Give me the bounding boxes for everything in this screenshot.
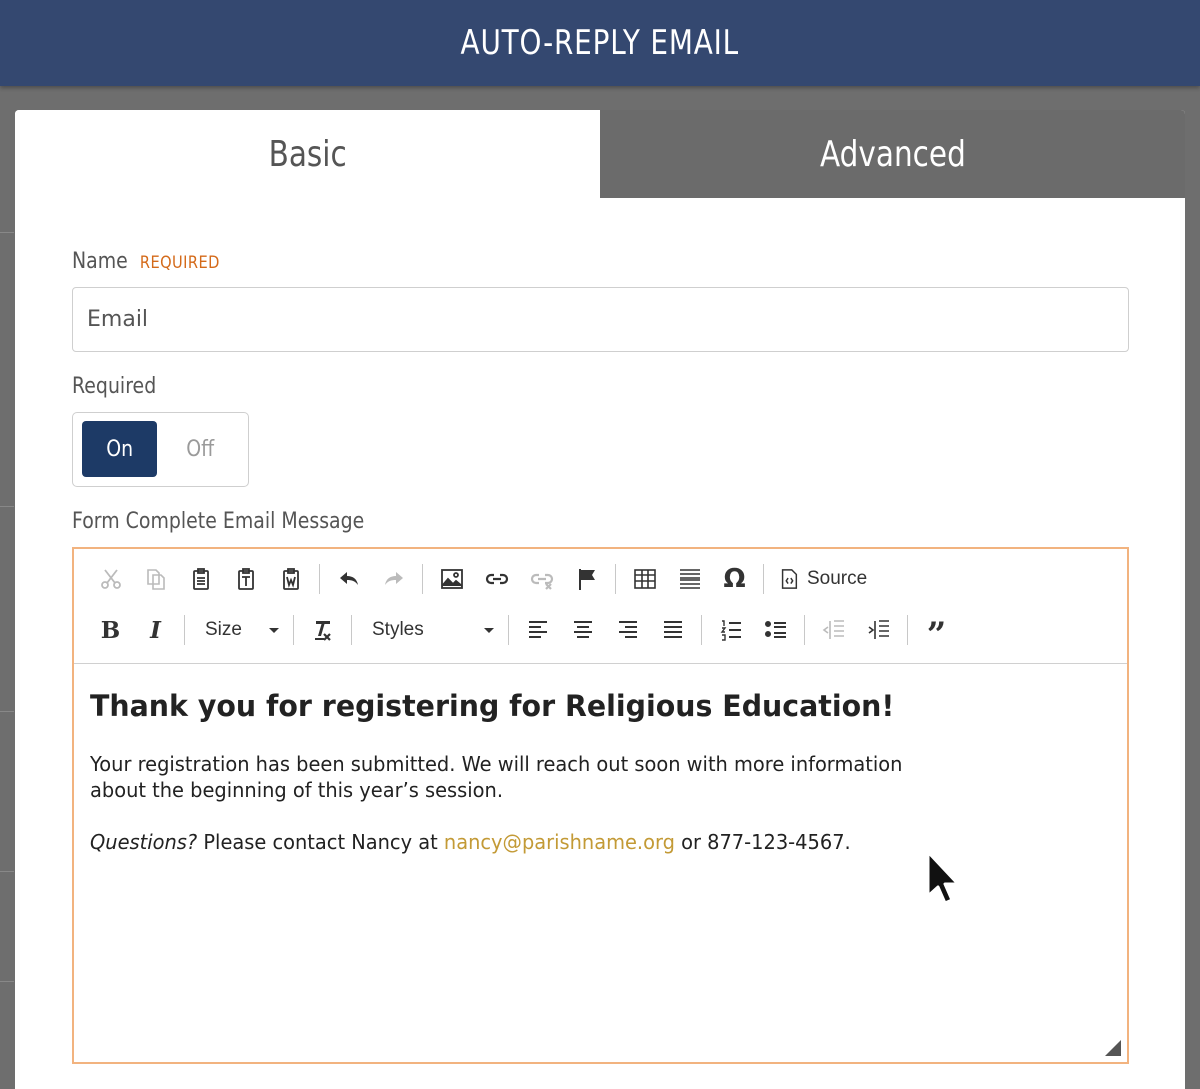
tab-advanced[interactable]: Advanced	[600, 110, 1185, 198]
toolbar-row-1: Ω Source	[88, 559, 875, 599]
toolbar-separator	[615, 564, 616, 594]
email-contact-line: Questions? Please contact Nancy at nancy…	[90, 829, 1060, 855]
questions-label: Questions?	[90, 830, 198, 854]
contact-text: Please contact Nancy at	[197, 830, 444, 854]
toggle-on-button[interactable]: On	[82, 421, 157, 477]
link-icon[interactable]	[474, 561, 519, 597]
modal-header: AUTO-REPLY EMAIL	[0, 0, 1200, 86]
paste-icon[interactable]	[178, 561, 223, 597]
anchor-flag-icon[interactable]	[564, 561, 609, 597]
email-link[interactable]: nancy@parishname.org	[444, 830, 675, 854]
message-label: Form Complete Email Message	[72, 509, 365, 534]
toolbar-separator	[508, 615, 509, 645]
bold-icon[interactable]: B	[88, 612, 133, 648]
editor-toolbar: Ω Source B I Size Styles ”	[74, 549, 1127, 664]
required-label: Required	[72, 374, 157, 399]
align-right-icon[interactable]	[605, 612, 650, 648]
tab-advanced-label: Advanced	[819, 133, 966, 175]
numbered-list-icon[interactable]	[708, 612, 753, 648]
size-dropdown[interactable]: Size	[191, 612, 287, 648]
table-icon[interactable]	[622, 561, 667, 597]
toolbar-separator	[804, 615, 805, 645]
rich-text-editor: Ω Source B I Size Styles ” Thank you for…	[72, 547, 1129, 1064]
toolbar-separator	[184, 615, 185, 645]
toggle-off-label: Off	[186, 436, 215, 462]
phone-text: or 877-123-4567.	[674, 830, 851, 854]
source-icon	[781, 569, 798, 589]
toolbar-separator	[422, 564, 423, 594]
cut-icon[interactable]	[88, 561, 133, 597]
name-label-text: Name	[72, 249, 128, 274]
required-tag: REQUIRED	[139, 253, 220, 273]
bulleted-list-icon[interactable]	[753, 612, 798, 648]
tab-basic-label: Basic	[268, 133, 347, 175]
align-left-icon[interactable]	[515, 612, 560, 648]
toolbar-separator	[701, 615, 702, 645]
toolbar-separator	[763, 564, 764, 594]
image-icon[interactable]	[429, 561, 474, 597]
backdrop-divider	[0, 232, 14, 233]
source-button[interactable]: Source	[770, 561, 875, 597]
backdrop-divider	[0, 711, 14, 712]
modal-title: AUTO-REPLY EMAIL	[460, 23, 740, 63]
backdrop-divider	[0, 506, 14, 507]
backdrop-divider	[0, 981, 14, 982]
source-label: Source	[807, 568, 868, 589]
align-center-icon[interactable]	[560, 612, 605, 648]
justify-icon[interactable]	[650, 612, 695, 648]
required-toggle: On Off	[72, 412, 249, 487]
special-character-icon[interactable]: Ω	[712, 561, 757, 597]
indent-icon[interactable]	[856, 612, 901, 648]
auto-reply-modal: Basic Advanced Name REQUIRED Required On …	[15, 110, 1185, 1089]
styles-label: Styles	[372, 619, 424, 640]
size-label: Size	[205, 619, 242, 640]
chevron-down-icon	[269, 627, 279, 633]
horizontal-line-icon[interactable]	[667, 561, 712, 597]
name-label: Name REQUIRED	[72, 249, 220, 274]
tab-basic[interactable]: Basic	[15, 110, 600, 198]
remove-format-icon[interactable]	[300, 612, 345, 648]
toolbar-separator	[351, 615, 352, 645]
editor-content[interactable]: Thank you for registering for Religious …	[90, 689, 1090, 855]
toolbar-row-2: B I Size Styles ”	[88, 610, 959, 653]
toggle-off-button[interactable]: Off	[163, 421, 238, 477]
redo-icon[interactable]	[371, 561, 416, 597]
chevron-down-icon	[484, 627, 494, 633]
copy-icon[interactable]	[133, 561, 178, 597]
styles-dropdown[interactable]: Styles	[358, 612, 502, 648]
email-heading: Thank you for registering for Religious …	[90, 689, 895, 723]
toggle-on-label: On	[106, 436, 133, 462]
blockquote-icon[interactable]: ”	[914, 617, 959, 653]
outdent-icon[interactable]	[811, 612, 856, 648]
mouse-cursor-icon	[926, 850, 960, 905]
name-input[interactable]	[72, 287, 1129, 352]
paste-from-word-icon[interactable]	[268, 561, 313, 597]
toolbar-separator	[319, 564, 320, 594]
undo-icon[interactable]	[326, 561, 371, 597]
email-paragraph: Your registration has been submitted. We…	[90, 752, 903, 802]
resize-handle-icon[interactable]	[1105, 1040, 1121, 1056]
toolbar-separator	[907, 615, 908, 645]
italic-icon[interactable]: I	[133, 612, 178, 648]
backdrop-divider	[0, 871, 14, 872]
paste-as-text-icon[interactable]	[223, 561, 268, 597]
tab-bar: Basic Advanced	[15, 110, 1185, 198]
unlink-icon[interactable]	[519, 561, 564, 597]
toolbar-separator	[293, 615, 294, 645]
